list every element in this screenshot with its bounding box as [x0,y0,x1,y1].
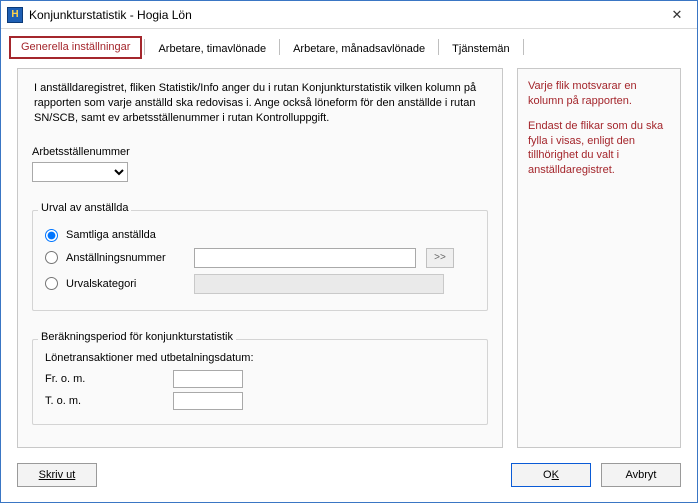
group-period: Beräkningsperiod för konjunkturstatistik… [32,325,488,425]
period-to-input[interactable] [173,392,243,410]
radio-row-urvalskategori: Urvalskategori [45,274,475,294]
period-group-box: Lönetransaktioner med utbetalningsdatum:… [32,339,488,425]
print-button[interactable]: Skriv ut [17,463,97,487]
radio-samtliga[interactable] [45,229,58,242]
dialog-footer: Skriv ut OK Avbryt [1,456,697,502]
radio-row-anstnr: Anställningsnummer >> [45,248,475,268]
side-info-panel: Varje flik motsvarar en kolumn på rappor… [517,68,681,448]
close-button[interactable]: ✕ [657,1,697,29]
tab-general-settings[interactable]: Generella inställningar [9,36,142,59]
tab-separator [144,39,145,55]
main-panel: I anställdaregistret, fliken Statistik/I… [17,68,503,448]
period-group-label: Beräkningsperiod för konjunkturstatistik [38,331,236,343]
intro-text: I anställdaregistret, fliken Statistik/I… [32,79,488,132]
arbetsstalle-combo[interactable] [32,162,128,182]
period-row-from: Fr. o. m. [45,370,475,388]
radio-anstallningsnummer[interactable] [45,251,58,264]
group-urval: Urval av anställda Samtliga anställda An… [32,196,488,311]
anstnr-chooser-button[interactable]: >> [426,248,454,268]
app-icon: H [7,7,23,23]
period-from-label: Fr. o. m. [45,373,165,385]
radio-row-samtliga: Samtliga anställda [45,229,475,242]
print-button-label: Skriv ut [39,469,76,481]
period-sub-label: Lönetransaktioner med utbetalningsdatum: [45,352,475,364]
period-row-to: T. o. m. [45,392,475,410]
urvalskategori-input [194,274,444,294]
urval-group-box: Samtliga anställda Anställningsnummer >>… [32,210,488,311]
tab-arbetare-manad[interactable]: Arbetare, månadsavlönade [282,39,436,59]
urval-group-label: Urval av anställda [38,202,131,214]
tab-separator [438,39,439,55]
dialog-window: H Konjunkturstatistik - Hogia Lön ✕ Gene… [0,0,698,503]
window-title: Konjunkturstatistik - Hogia Lön [29,8,657,22]
period-to-label: T. o. m. [45,395,165,407]
tab-tjansteman[interactable]: Tjänstemän [441,39,520,59]
radio-urvalskategori[interactable] [45,277,58,290]
group-arbetsstalle: Arbetsställenummer [32,146,488,182]
tab-separator [279,39,280,55]
radio-anstnr-label: Anställningsnummer [66,252,188,264]
ok-button-label: OK [543,469,559,481]
close-icon: ✕ [672,7,683,23]
radio-urvalskategori-label: Urvalskategori [66,278,188,290]
titlebar: H Konjunkturstatistik - Hogia Lön ✕ [1,1,697,29]
side-info-p1: Varje flik motsvarar en kolumn på rappor… [528,79,670,109]
tab-arbetare-tim[interactable]: Arbetare, timavlönade [147,39,277,59]
radio-samtliga-label: Samtliga anställda [66,229,188,241]
arbetsstalle-label: Arbetsställenummer [32,146,488,158]
tab-separator [523,39,524,55]
side-info-p2: Endast de flikar som du ska fylla i visa… [528,119,670,178]
cancel-button[interactable]: Avbryt [601,463,681,487]
ok-button[interactable]: OK [511,463,591,487]
content-area: I anställdaregistret, fliken Statistik/I… [1,58,697,456]
period-from-input[interactable] [173,370,243,388]
anstnr-input[interactable] [194,248,416,268]
tab-strip: Generella inställningar Arbetare, timavl… [1,29,697,58]
